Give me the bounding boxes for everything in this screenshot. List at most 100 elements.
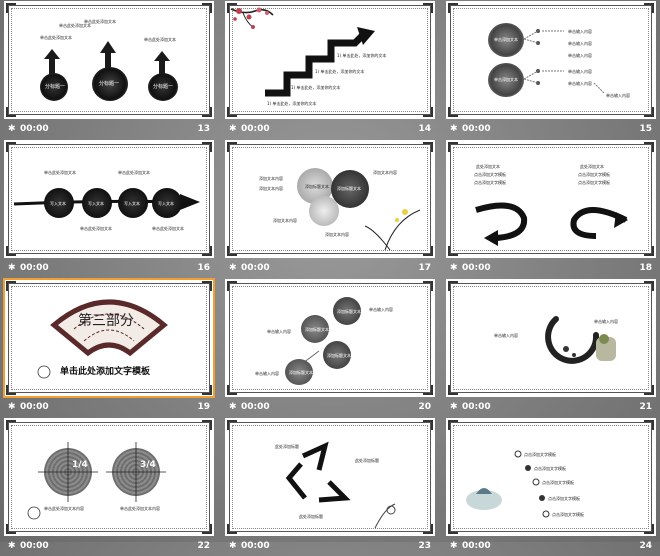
slide-thumbnail-23[interactable]: 此处添加标题 此处添加标题 此处添加标题 ✱ 00:00 23 bbox=[225, 418, 435, 556]
slide-thumbnail-24[interactable]: 点击添加文字模板 点击添加文字模板 点击添加文字模板 点击添加文字模板 点击添加… bbox=[446, 418, 656, 556]
slide-canvas: 单击添加文本 单击添加文本 单击输入内容 单击输入内容 单击输入内容 单击输入内… bbox=[446, 1, 656, 119]
slide-canvas: 单击输入内容 单击输入内容 bbox=[446, 279, 656, 397]
slide-canvas: 点击添加文字模板 点击添加文字模板 点击添加文字模板 点击添加文字模板 点击添加… bbox=[446, 418, 656, 536]
slide-number: 24 bbox=[639, 541, 652, 551]
slide-thumbnail-13[interactable]: 单击此处添加文本 单击此处添加文本 单击此处添加文本 单击此处添加文本 分标题一… bbox=[4, 1, 214, 139]
slide-text: 单击输入内容 bbox=[568, 29, 592, 34]
slide-text: 点击添加文字模板 bbox=[524, 452, 556, 457]
star-icon: ✱ bbox=[450, 263, 458, 273]
slide-canvas: 单击此处添加文本 单击此处添加文本 单击此处添加文本 单击此处添加文本 分标题一… bbox=[4, 1, 214, 119]
slide-timing: 00:00 bbox=[241, 263, 270, 273]
slide-text: 单击输入内容 bbox=[606, 93, 630, 98]
slide-thumbnail-22[interactable]: 1/4 3/4 单击此处添加文本内容 单击此处添加文本内容 ✱ 00:00 22 bbox=[4, 418, 214, 556]
slide-number: 22 bbox=[197, 541, 210, 551]
slide-text: 单击此处添加文本 bbox=[152, 226, 184, 231]
slide-number: 21 bbox=[639, 402, 652, 412]
slide-number: 15 bbox=[639, 124, 652, 134]
slide-text: 1) 单击此处，添加你的文本 bbox=[267, 101, 317, 106]
slide-text: 单击此处添加文本 bbox=[80, 226, 112, 231]
slide-text: 写入文本 bbox=[88, 201, 104, 206]
slide-text: 单击输入内容 bbox=[369, 307, 393, 312]
slide-text: 单击输入内容 bbox=[594, 319, 618, 324]
slide-timing: 00:00 bbox=[241, 402, 270, 412]
slide-thumbnail-21[interactable]: 单击输入内容 单击输入内容 ✱ 00:00 21 bbox=[446, 279, 656, 417]
slide-thumbnail-17[interactable]: 添加标题文本 添加标题文本 添加文本内容 添加文本内容 添加文本内容 添加文本内… bbox=[225, 140, 435, 278]
slide-text: 单击输入内容 bbox=[267, 329, 291, 334]
slide-thumbnail-20[interactable]: 添加标题文本 添加标题文本 添加标题文本 添加标题文本 单击输入内容 单击输入内… bbox=[225, 279, 435, 417]
slide-canvas: 写入文本 写入文本 写入文本 写入文本 单击此处添加文本 单击此处添加文本 单击… bbox=[4, 140, 214, 258]
slide-text: 单击输入内容 bbox=[494, 333, 518, 338]
progress-label: 3/4 bbox=[140, 460, 156, 470]
slide-text: 单击输入内容 bbox=[255, 371, 279, 376]
slide-number: 23 bbox=[418, 541, 431, 551]
slide-text: 分标题一 bbox=[99, 81, 120, 87]
slide-text: 单击输入内容 bbox=[568, 69, 592, 74]
slide-text: 添加标题文本 bbox=[327, 353, 351, 358]
cycle-arrows-graphic bbox=[285, 441, 396, 529]
slide-text: 1) 单击此处，添加你的文本 bbox=[337, 53, 387, 58]
slide-thumbnail-15[interactable]: 单击添加文本 单击添加文本 单击输入内容 单击输入内容 单击输入内容 单击输入内… bbox=[446, 1, 656, 139]
year-label: 2012 bbox=[285, 64, 302, 71]
section-title: 第三部分 bbox=[78, 313, 134, 329]
slide-thumbnail-19[interactable]: 第三部分 单击此处添加文字模板 ✱ 00:00 19 bbox=[3, 278, 215, 417]
star-icon: ✱ bbox=[8, 541, 16, 551]
slide-text: 添加标题文本 bbox=[305, 327, 329, 332]
slide-text: 单击此处添加文本 bbox=[44, 170, 76, 175]
slide-text: 单击此处添加文本 bbox=[118, 170, 150, 175]
progress-label: 1/4 bbox=[72, 460, 88, 470]
slide-timing: 00:00 bbox=[20, 402, 49, 412]
connector-lines bbox=[523, 29, 605, 94]
slide-timing: 00:00 bbox=[241, 124, 270, 134]
flow-arrows bbox=[302, 322, 320, 364]
slide-number: 17 bbox=[418, 263, 431, 273]
slide-number: 19 bbox=[197, 402, 210, 412]
slide-text: 添加标题文本 bbox=[337, 309, 361, 314]
plum-branch-graphic bbox=[230, 7, 375, 97]
star-icon: ✱ bbox=[229, 263, 237, 273]
slide-text: 1) 单击此处，添加你的文本 bbox=[291, 85, 341, 90]
slide-number: 20 bbox=[418, 402, 431, 412]
slide-text: 添加标题文本 bbox=[289, 370, 313, 375]
slide-text: 写入文本 bbox=[124, 201, 140, 206]
slide-text: 单击此处添加文本内容 bbox=[44, 506, 84, 511]
slide-text: 点击添加文字模板 bbox=[542, 480, 574, 485]
slide-text: 点击添加文字模板 bbox=[552, 512, 584, 517]
slide-thumbnail-18[interactable]: 此处添加文本 点击添加文字模板 点击添加文字模板 此处添加文本 点击添加文字模板… bbox=[446, 140, 656, 278]
slide-text: 点击添加文字模板 bbox=[534, 466, 566, 471]
slide-text: 单击输入内容 bbox=[568, 53, 592, 58]
slide-canvas: 添加标题文本 添加标题文本 添加文本内容 添加文本内容 添加文本内容 添加文本内… bbox=[225, 140, 435, 258]
slide-timing: 00:00 bbox=[462, 124, 491, 134]
year-label: 2011 bbox=[263, 80, 280, 87]
slide-timing: 00:00 bbox=[241, 541, 270, 551]
slide-timing: 00:00 bbox=[462, 541, 491, 551]
slide-number: 13 bbox=[197, 124, 210, 134]
slide-text: 1) 单击此处，添加你的文本 bbox=[315, 69, 365, 74]
star-icon: ✱ bbox=[450, 541, 458, 551]
slide-text: 分标题一 bbox=[45, 84, 66, 90]
slide-text: 写入文本 bbox=[50, 201, 66, 206]
star-icon: ✱ bbox=[229, 124, 237, 134]
slide-number: 16 bbox=[197, 263, 210, 273]
slide-canvas: 1/4 3/4 单击此处添加文本内容 单击此处添加文本内容 bbox=[4, 418, 214, 536]
star-icon: ✱ bbox=[8, 124, 16, 134]
arrow-graphic bbox=[44, 41, 170, 79]
slide-number: 18 bbox=[639, 263, 652, 273]
slide-timing: 00:00 bbox=[20, 124, 49, 134]
lotus-graphic bbox=[466, 450, 550, 518]
section-subtitle: 单击此处添加文字模板 bbox=[60, 367, 151, 377]
ink-circle-graphic bbox=[545, 316, 616, 364]
slide-text: 单击此处添加文本内容 bbox=[120, 506, 160, 511]
brush-arrows-graphic bbox=[475, 202, 628, 246]
star-icon: ✱ bbox=[229, 402, 237, 412]
slide-thumbnail-16[interactable]: 写入文本 写入文本 写入文本 写入文本 单击此处添加文本 单击此处添加文本 单击… bbox=[4, 140, 214, 278]
slide-canvas: 2011 2012 2013 2014 1) 单击此处，添加你的文本 1) 单击… bbox=[225, 1, 435, 119]
slide-canvas: 此处添加文本 点击添加文字模板 点击添加文字模板 此处添加文本 点击添加文字模板… bbox=[446, 140, 656, 258]
star-icon: ✱ bbox=[229, 541, 237, 551]
star-icon: ✱ bbox=[8, 263, 16, 273]
slide-timing: 00:00 bbox=[462, 402, 491, 412]
slide-text: 此处添加标题 bbox=[355, 458, 379, 463]
slide-thumbnail-14[interactable]: 2011 2012 2013 2014 1) 单击此处，添加你的文本 1) 单击… bbox=[225, 1, 435, 139]
year-label: 2013 bbox=[309, 49, 326, 56]
slide-timing: 00:00 bbox=[20, 541, 49, 551]
slide-text: 点击添加文字模板 bbox=[548, 496, 580, 501]
